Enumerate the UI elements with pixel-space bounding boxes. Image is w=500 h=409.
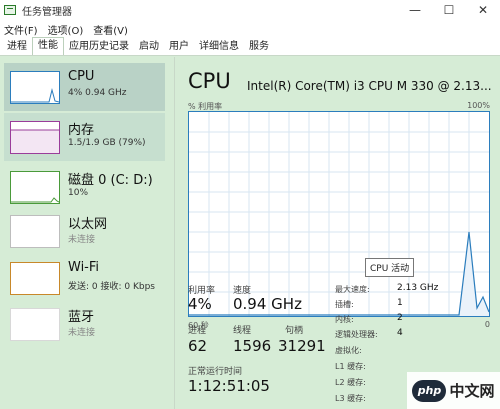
sidebar-item-ethernet[interactable]: 以太网 未连接 (4, 207, 165, 255)
menu-view[interactable]: 查看(V) (93, 22, 128, 37)
menu-options[interactable]: 选项(O) (48, 22, 84, 37)
cpu-model-name: Intel(R) Core(TM) i3 CPU M 330 @ 2.13... (247, 79, 492, 93)
time-axis-end: 0 (484, 320, 490, 329)
sidebar-item-label: Wi-Fi (68, 260, 100, 275)
tab-details[interactable]: 详细信息 (194, 39, 244, 55)
memory-mini-graph (10, 121, 60, 154)
menu-file[interactable]: 文件(F) (4, 22, 38, 37)
sidebar-item-label: 磁盘 0 (C: D:) (68, 173, 153, 188)
utilization-max-label: 100% (467, 101, 490, 110)
graph-tooltip: CPU 活动 (365, 258, 415, 277)
sidebar-item-bluetooth[interactable]: 蓝牙 未连接 (4, 300, 165, 348)
sidebar-item-memory[interactable]: 内存 1.5/1.9 GB (79%) (4, 113, 165, 161)
tab-app-history[interactable]: 应用历史记录 (64, 39, 134, 55)
wifi-mini-graph (10, 262, 60, 295)
logical-processors-value: 4 (397, 328, 403, 338)
page-title: CPU (188, 69, 231, 93)
title-bar: 任务管理器 — ☐ ✕ (0, 0, 500, 20)
sidebar-item-value: 发送: 0 接收: 0 Kbps (68, 282, 155, 292)
maximize-button[interactable]: ☐ (432, 0, 466, 20)
tab-strip: 进程 性能 应用历史记录 启动 用户 详细信息 服务 (0, 37, 500, 56)
php-logo: php (412, 379, 447, 402)
max-speed-label: 最大速度: (335, 285, 370, 294)
sidebar-item-label: 蓝牙 (68, 310, 95, 325)
sidebar-item-value: 10% (68, 188, 89, 198)
threads-label: 线程 (233, 326, 252, 336)
handles-value: 31291 (278, 337, 326, 355)
window-controls: — ☐ ✕ (398, 0, 500, 20)
menu-bar: 文件(F) 选项(O) 查看(V) (0, 20, 500, 38)
cores-value: 2 (397, 313, 403, 323)
uptime-value: 1:12:51:05 (188, 377, 270, 395)
tab-processes[interactable]: 进程 (2, 39, 32, 55)
sockets-label: 插槽: (335, 300, 354, 309)
virtualization-label: 虚拟化: (335, 346, 362, 355)
cpu-detail-panel: CPU Intel(R) Core(TM) i3 CPU M 330 @ 2.1… (175, 57, 500, 409)
tab-startup[interactable]: 启动 (134, 39, 164, 55)
watermark-text: 中文网 (449, 382, 495, 400)
sidebar-item-value: 1.5/1.9 GB (79%) (68, 138, 146, 148)
cpu-mini-graph (10, 71, 60, 104)
logical-processors-label: 逻辑处理器: (335, 330, 378, 339)
l1-cache-label: L1 缓存: (335, 362, 366, 371)
l3-cache-label: L3 缓存: (335, 394, 366, 403)
max-speed-value: 2.13 GHz (397, 283, 439, 293)
close-button[interactable]: ✕ (466, 0, 500, 20)
tab-services[interactable]: 服务 (244, 39, 274, 55)
threads-value: 1596 (233, 337, 272, 355)
sockets-value: 1 (397, 298, 403, 308)
cores-label: 内核: (335, 315, 354, 324)
sidebar-item-label: CPU (68, 69, 95, 84)
tab-users[interactable]: 用户 (164, 39, 194, 55)
disk-mini-graph (10, 171, 60, 204)
ethernet-mini-graph (10, 215, 60, 248)
window-title: 任务管理器 (22, 6, 72, 18)
task-manager-icon (4, 5, 16, 15)
speed-value: 0.94 GHz (233, 295, 302, 313)
uptime-label: 正常运行时间 (188, 367, 243, 377)
sidebar-item-label: 内存 (68, 123, 95, 138)
processes-value: 62 (188, 337, 208, 355)
utilization-value: 4% (188, 295, 212, 313)
memory-mini-graph-fill (11, 129, 59, 153)
sidebar-item-wifi[interactable]: Wi-Fi 发送: 0 接收: 0 Kbps (4, 254, 165, 302)
cpu-mini-graph-line (11, 88, 59, 103)
performance-sidebar: CPU 4% 0.94 GHz 内存 1.5/1.9 GB (79%) 磁盘 0… (0, 57, 173, 409)
processes-label: 进程 (188, 326, 207, 336)
sidebar-item-value: 未连接 (68, 328, 96, 338)
sidebar-item-value: 未连接 (68, 235, 96, 245)
sidebar-item-value: 4% 0.94 GHz (68, 88, 127, 98)
handles-label: 句柄 (285, 326, 304, 336)
bluetooth-mini-graph (10, 308, 60, 341)
minimize-button[interactable]: — (398, 0, 432, 20)
sidebar-item-disk[interactable]: 磁盘 0 (C: D:) 10% (4, 163, 165, 211)
disk-mini-graph-line (11, 197, 59, 203)
site-watermark: php 中文网 (407, 372, 500, 409)
l2-cache-label: L2 缓存: (335, 378, 366, 387)
tab-performance[interactable]: 性能 (32, 37, 64, 55)
sidebar-item-label: 以太网 (68, 217, 108, 232)
sidebar-item-cpu[interactable]: CPU 4% 0.94 GHz (4, 63, 165, 111)
